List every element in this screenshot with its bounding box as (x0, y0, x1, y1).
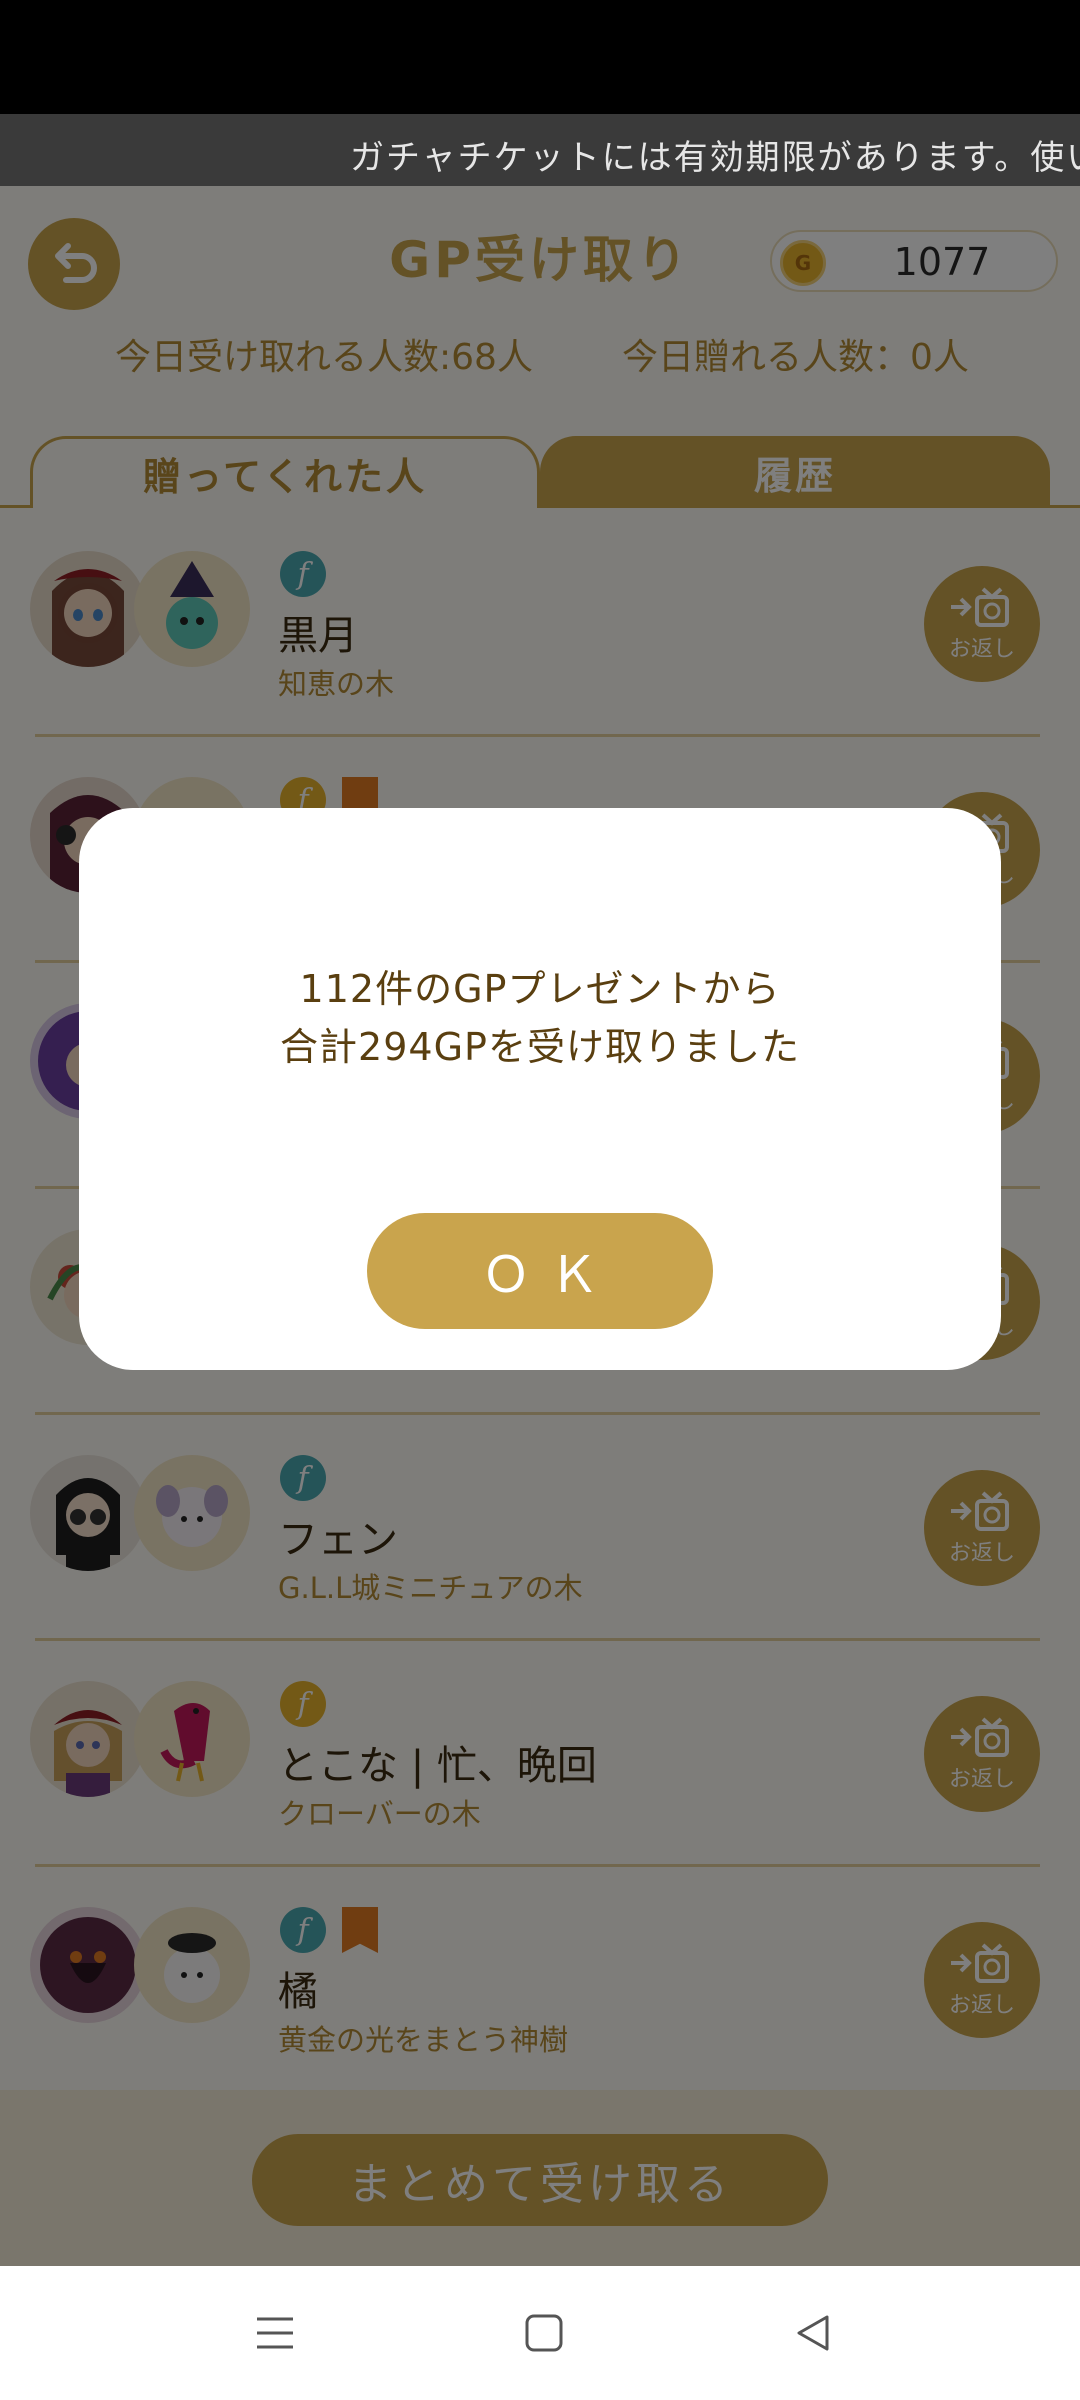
home-square-icon (525, 2314, 563, 2352)
dialog-message-line2: 合計294GPを受け取りました (280, 1025, 800, 1069)
result-dialog: 112件のGPプレゼントから 合計294GPを受け取りました ＯＫ (79, 808, 1001, 1370)
system-nav-bar (0, 2266, 1080, 2400)
back-triangle-icon (797, 2315, 829, 2351)
dialog-message: 112件のGPプレゼントから 合計294GPを受け取りました (79, 960, 1001, 1076)
ok-button[interactable]: ＯＫ (367, 1213, 713, 1329)
menu-nav-button[interactable] (243, 2301, 307, 2365)
notice-ticker: ガチャチケットには有効期限があります。使い方 (0, 114, 1080, 186)
home-nav-button[interactable] (512, 2301, 576, 2365)
status-bar (0, 0, 1080, 114)
dialog-message-line1: 112件のGPプレゼントから (299, 967, 781, 1011)
menu-icon (257, 2317, 293, 2349)
back-nav-button[interactable] (781, 2301, 845, 2365)
ticker-text: ガチャチケットには有効期限があります。使い方 (350, 138, 1080, 178)
